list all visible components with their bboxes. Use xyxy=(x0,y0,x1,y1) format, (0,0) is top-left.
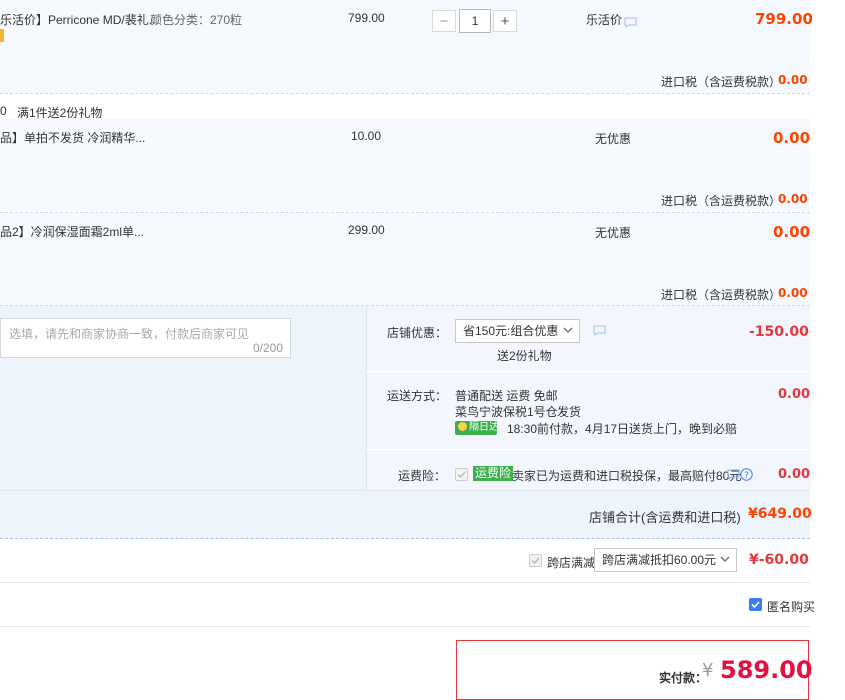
anonymous-checkbox[interactable] xyxy=(749,598,762,611)
cross-store-selected: 跨店满减抵扣60.00元 xyxy=(602,553,717,567)
message-counter: 0/200 xyxy=(252,341,283,355)
shop-discount-value: -150.00 xyxy=(749,324,809,340)
insurance-label: 运费险： xyxy=(398,469,447,483)
insurance-checkbox[interactable] xyxy=(455,468,468,481)
payment-currency: ¥ xyxy=(702,660,714,681)
tax-label: 进口税（含运费税款） xyxy=(661,75,782,89)
cross-store-value: ¥-60.00 xyxy=(749,552,809,568)
cross-store-label: 跨店满减 xyxy=(547,556,596,570)
item-unit-price: 299.00 xyxy=(348,223,385,237)
shipping-warehouse: 菜鸟宁波保税1号仓 xyxy=(455,405,558,419)
divider xyxy=(0,538,810,539)
insurance-value: 0.00 xyxy=(778,467,811,482)
shipping-warehouse-action: 发货 xyxy=(557,405,582,419)
item-sku: 颜色分类：270粒 xyxy=(150,13,243,27)
shipping-method: 普通配送 运费 免邮 xyxy=(455,389,558,403)
item-unit-price: 10.00 xyxy=(351,129,382,143)
shop-total-value: ¥649.00 xyxy=(748,506,812,522)
shipping-eta: 18:30前付款，4月17日送货上门，晚到必赔 xyxy=(507,422,738,436)
tax-label: 进口税（含运费税款） xyxy=(661,194,782,208)
chevron-down-icon xyxy=(720,556,730,562)
item-discount: 无优惠 xyxy=(595,132,632,146)
seller-message-input[interactable]: 选填，请先和商家协商一致，付款后商家可见 0/200 xyxy=(0,318,291,358)
item-unit-price: 799.00 xyxy=(348,11,385,25)
gift-promo-prefix: 0 xyxy=(0,104,7,118)
chat-icon[interactable] xyxy=(624,17,637,28)
item-discount: 无优惠 xyxy=(595,226,632,240)
shop-discount-note: 送2份礼物 xyxy=(497,349,552,363)
chat-icon[interactable] xyxy=(727,469,740,480)
shipping-label: 运送方式： xyxy=(387,389,448,403)
quantity-increase-button[interactable]: + xyxy=(493,10,517,32)
item-subtotal: 799.00 xyxy=(755,10,813,28)
payment-amount: 589.00 xyxy=(720,656,813,684)
divider xyxy=(0,626,810,627)
divider xyxy=(0,582,810,583)
gift-tag-icon xyxy=(0,29,4,42)
payment-label: 实付款： xyxy=(659,671,708,685)
tax-label: 进口税（含运费税款） xyxy=(661,288,782,302)
tax-value: 0.00 xyxy=(778,286,808,300)
check-icon xyxy=(751,601,760,609)
next-day-badge-text: 隔日达 xyxy=(469,422,499,433)
quantity-input[interactable]: 1 xyxy=(459,9,491,33)
tax-value: 0.00 xyxy=(778,192,808,206)
divider xyxy=(0,490,810,491)
shop-total-label: 店铺合计(含运费和进口税) xyxy=(589,510,741,525)
item-title[interactable]: 乐活价】Perricone MD/裴礼... xyxy=(0,11,159,28)
shop-discount-selected: 省150元:组合优惠 xyxy=(463,324,559,338)
check-icon xyxy=(457,471,466,479)
anonymous-label: 匿名购买 xyxy=(767,600,816,614)
clock-icon xyxy=(458,422,467,431)
divider xyxy=(366,371,810,372)
shop-discount-label: 店铺优惠： xyxy=(387,326,448,340)
insurance-badge: 运费险 xyxy=(473,466,514,481)
chevron-down-icon xyxy=(563,327,573,333)
check-icon xyxy=(531,557,540,565)
insurance-text: 卖家已为运费和进口税投保，最高赔付80元 xyxy=(512,469,742,483)
quantity-decrease-button[interactable]: − xyxy=(432,10,456,32)
next-day-badge: 隔日达 xyxy=(455,421,499,435)
item-subtotal: 0.00 xyxy=(773,129,811,147)
cross-store-select[interactable]: 跨店满减抵扣60.00元 xyxy=(594,548,737,572)
divider xyxy=(0,93,810,94)
item-discount: 乐活价 xyxy=(586,13,623,27)
chat-icon[interactable] xyxy=(593,325,606,336)
shop-discount-select[interactable]: 省150元:组合优惠 xyxy=(455,319,580,343)
cross-store-checkbox[interactable] xyxy=(529,554,542,567)
item-subtotal: 0.00 xyxy=(773,223,811,241)
divider xyxy=(366,449,810,450)
message-placeholder: 选填，请先和商家协商一致，付款后商家可见 xyxy=(9,327,250,341)
help-icon[interactable]: ? xyxy=(740,468,753,481)
shipping-value: 0.00 xyxy=(778,387,811,402)
item-title[interactable]: 品2】冷润保湿面霜2ml单... xyxy=(0,223,144,240)
item-title[interactable]: 品】单拍不发货 冷润精华... xyxy=(0,129,145,146)
svg-text:?: ? xyxy=(744,471,749,481)
tax-value: 0.00 xyxy=(778,73,808,87)
